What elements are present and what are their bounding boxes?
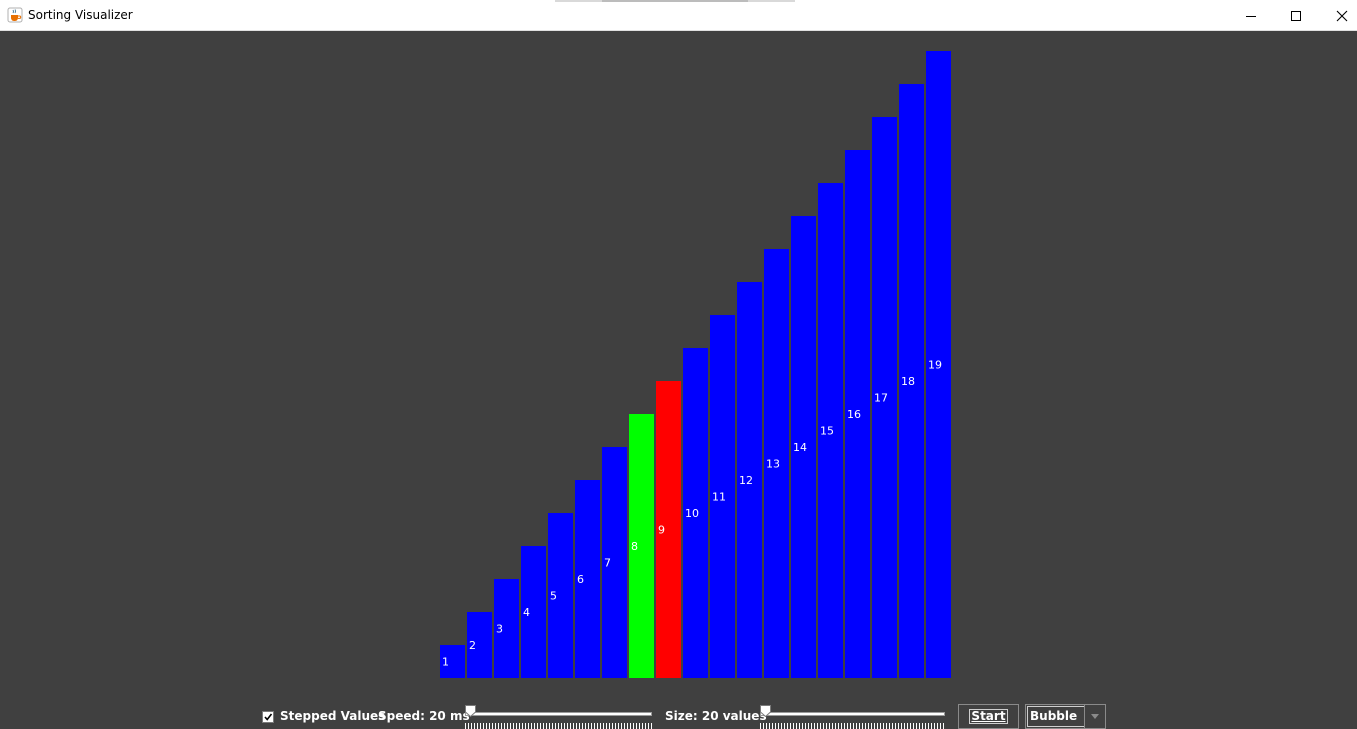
bar-label-11: 11 xyxy=(712,491,726,504)
minimize-button[interactable] xyxy=(1228,0,1274,31)
close-icon xyxy=(1336,10,1348,21)
bar-label-18: 18 xyxy=(901,375,915,388)
java-cup-icon xyxy=(7,7,23,23)
bar-label-13: 13 xyxy=(766,458,780,471)
bar-label-10: 10 xyxy=(685,507,699,520)
bar-label-4: 4 xyxy=(523,606,530,619)
window-title: Sorting Visualizer xyxy=(28,8,133,22)
bar-label-14: 14 xyxy=(793,441,807,454)
stepped-values-checkbox[interactable] xyxy=(262,711,274,723)
bar-label-19: 19 xyxy=(928,359,942,372)
bar-label-12: 12 xyxy=(739,474,753,487)
algorithm-selected-value: Bubble xyxy=(1027,706,1085,727)
speed-label: Speed: 20 ms xyxy=(378,709,470,723)
bar-label-15: 15 xyxy=(820,425,834,438)
maximize-button[interactable] xyxy=(1273,0,1319,31)
bar-label-7: 7 xyxy=(604,557,611,570)
size-slider-thumb[interactable] xyxy=(760,705,771,717)
speed-slider-thumb[interactable] xyxy=(465,705,476,717)
title-bar: Sorting Visualizer xyxy=(0,0,1357,31)
close-button[interactable] xyxy=(1319,0,1357,31)
speed-slider[interactable] xyxy=(465,703,652,729)
size-label: Size: 20 values xyxy=(665,709,767,723)
bar-label-17: 17 xyxy=(874,392,888,405)
minimize-icon xyxy=(1246,15,1256,17)
size-slider-track xyxy=(760,712,945,716)
speed-slider-ticks xyxy=(465,723,652,729)
dropdown-arrow-button[interactable] xyxy=(1084,705,1105,728)
size-slider-ticks xyxy=(760,723,945,729)
algorithm-dropdown[interactable]: Bubble xyxy=(1025,704,1106,729)
size-slider[interactable] xyxy=(760,703,945,729)
bar-label-2: 2 xyxy=(469,639,476,652)
maximize-icon xyxy=(1291,10,1301,21)
bar-label-5: 5 xyxy=(550,590,557,603)
checkmark-icon xyxy=(264,713,273,721)
bar-label-9: 9 xyxy=(658,524,665,537)
title-bar-strip xyxy=(555,0,795,2)
control-bar: Stepped Values Speed: 20 ms Size: 20 val… xyxy=(0,699,1357,729)
start-button-label: Start xyxy=(969,709,1008,724)
bar-label-6: 6 xyxy=(577,573,584,586)
bars-canvas: 12345678910111213141516171819 xyxy=(440,51,951,678)
app-window: Sorting Visualizer 1 2 3 4 5 6 7 8 9 10 11 12 13 14 15… xyxy=(0,0,1357,729)
bar-label-3: 3 xyxy=(496,623,503,636)
bar-visualization: 1 2 3 4 5 6 7 8 9 10 11 12 13 14 15 16 17 18 19 xyxy=(0,31,1357,699)
bar-label-16: 16 xyxy=(847,408,861,421)
speed-slider-track xyxy=(465,712,652,716)
bar-label-1: 1 xyxy=(442,656,449,669)
start-button[interactable]: Start xyxy=(958,704,1019,729)
bar-label-8: 8 xyxy=(631,540,638,553)
chevron-down-icon xyxy=(1091,714,1099,719)
stepped-values-label: Stepped Values xyxy=(280,709,386,723)
